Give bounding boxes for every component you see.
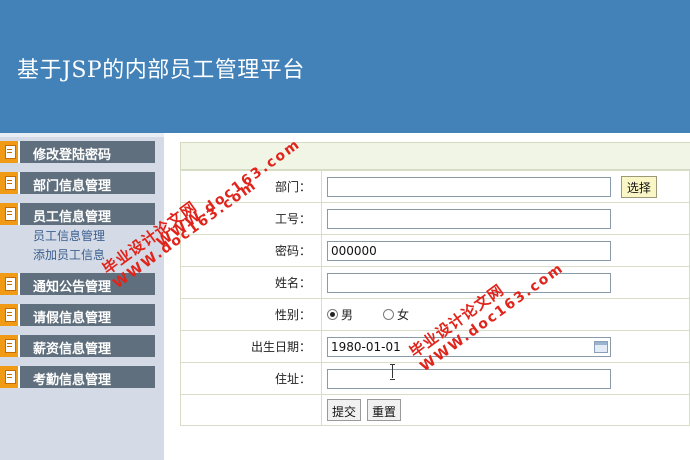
gender-label: 性别： — [180, 298, 322, 331]
document-icon — [0, 273, 20, 295]
address-label: 住址： — [180, 362, 322, 395]
reset-button[interactable]: 重置 — [367, 399, 402, 421]
sidebar: 修改登陆密码 部门信息管理 员工信息管理 员工信息管理 添加员工信息 通知公告管… — [0, 133, 164, 460]
password-input[interactable] — [327, 240, 611, 261]
choose-department-button[interactable]: 选择 — [620, 175, 657, 198]
gender-female-radio[interactable] — [383, 309, 395, 320]
document-icon — [0, 366, 20, 388]
sidebar-item-attendance[interactable]: 考勤信息管理 — [0, 366, 155, 388]
gender-male-label: 男 — [341, 308, 354, 322]
submit-button[interactable]: 提交 — [327, 399, 362, 421]
department-input[interactable] — [327, 176, 611, 197]
page-header: 基于JSP的内部员工管理平台 — [0, 0, 690, 133]
gender-female-label: 女 — [397, 308, 410, 322]
sidebar-item-label: 部门信息管理 — [33, 179, 112, 194]
document-icon — [0, 172, 20, 194]
page-title: 基于JSP的内部员工管理平台 — [17, 58, 305, 83]
sidebar-item-label: 修改登陆密码 — [33, 148, 112, 163]
sidebar-subitem-employee-list[interactable]: 员工信息管理 — [33, 227, 105, 244]
name-label: 姓名： — [180, 266, 322, 299]
document-icon — [0, 304, 20, 326]
gender-male-radio[interactable] — [327, 309, 338, 320]
password-label: 密码： — [180, 234, 322, 267]
text-cursor-icon — [390, 364, 395, 380]
sidebar-item-salary[interactable]: 薪资信息管理 — [0, 335, 155, 357]
sidebar-item-label: 员工信息管理 — [33, 210, 112, 225]
sidebar-item-label: 考勤信息管理 — [33, 373, 112, 388]
sidebar-item-change-password[interactable]: 修改登陆密码 — [0, 141, 155, 163]
sidebar-item-department[interactable]: 部门信息管理 — [0, 172, 155, 194]
sidebar-item-leave[interactable]: 请假信息管理 — [0, 304, 155, 326]
employee-no-input[interactable] — [327, 208, 611, 229]
name-input[interactable] — [327, 272, 611, 293]
address-input[interactable] — [327, 368, 611, 389]
sidebar-subitem-add-employee[interactable]: 添加员工信息 — [33, 246, 105, 263]
birthdate-label: 出生日期： — [180, 330, 322, 363]
document-icon — [0, 335, 20, 357]
sidebar-item-label: 请假信息管理 — [33, 311, 112, 326]
sidebar-item-label: 薪资信息管理 — [33, 342, 112, 357]
sidebar-item-employee[interactable]: 员工信息管理 — [0, 203, 155, 225]
sidebar-item-label: 通知公告管理 — [33, 280, 112, 295]
calendar-icon[interactable] — [594, 340, 608, 353]
sidebar-top-strip — [0, 133, 164, 137]
employee-form: 部门： 选择 工号： 密码： 姓名： 性别： 男女 出生日期： — [180, 170, 690, 426]
document-icon — [0, 141, 20, 163]
document-icon — [0, 203, 20, 225]
